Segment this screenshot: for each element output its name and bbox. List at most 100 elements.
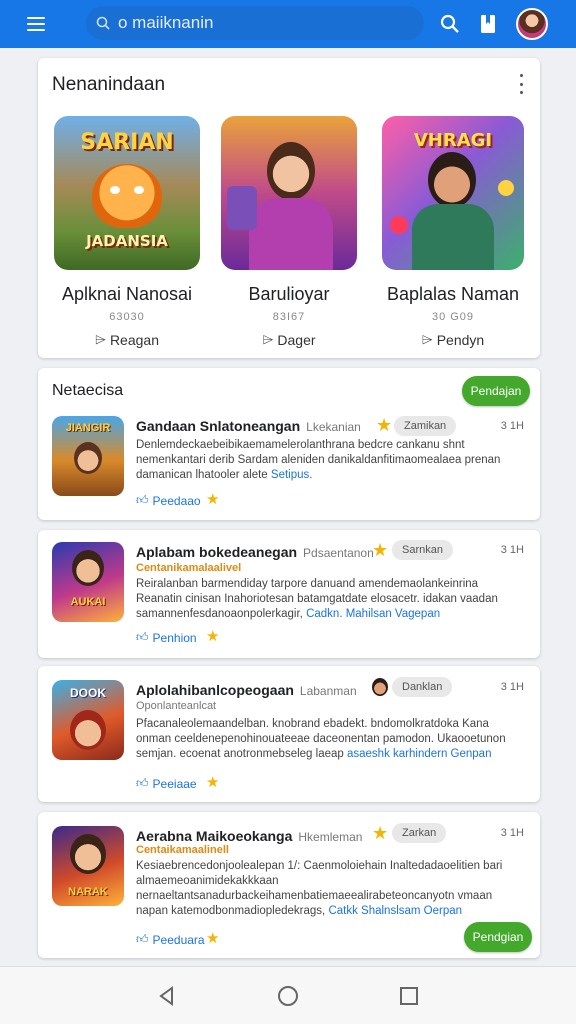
app-icon[interactable]: NARAK bbox=[52, 826, 124, 906]
status-badge: Zamikan bbox=[394, 416, 457, 436]
search-input[interactable] bbox=[118, 13, 388, 33]
developer-name: Labanman bbox=[299, 684, 357, 698]
featured-app-tag: ⌲ Dager bbox=[214, 331, 364, 348]
app-title[interactable]: Gandaan Snlatoneangan Lkekanian bbox=[136, 418, 361, 434]
section-title: Netaecisa bbox=[52, 382, 124, 399]
timestamp: 3 1H bbox=[500, 544, 524, 556]
thumbs-up-icon: 👍︎ bbox=[136, 493, 149, 507]
description-link[interactable]: Cadkn. Mahilsan Vagepan bbox=[306, 608, 440, 620]
app-action-link[interactable]: 👍︎ Peeduara bbox=[136, 932, 205, 947]
featured-app-count: 83I67 bbox=[272, 311, 306, 323]
featured-title: Nenanindaan bbox=[52, 74, 166, 95]
app-description: Reiralanban barmendiday tarpore danuand … bbox=[136, 578, 498, 620]
star-icon: ★ bbox=[206, 491, 220, 508]
featured-app-3[interactable]: VHRAGI Baplalas Naman 30 G09 ⌲ Pendyn bbox=[378, 116, 528, 348]
avatar[interactable] bbox=[516, 8, 548, 40]
search-icon bbox=[96, 16, 110, 30]
search-action-button[interactable] bbox=[436, 10, 464, 38]
star-icon: ★ bbox=[206, 628, 220, 645]
app-description: Kesiaebrencedonjoolealepan 1/: Caenmoloi… bbox=[136, 860, 503, 917]
featured-app-count: 63030 bbox=[109, 311, 145, 323]
hamburger-icon bbox=[27, 17, 45, 31]
star-icon: ★ bbox=[206, 774, 220, 791]
back-button[interactable] bbox=[154, 983, 180, 1009]
timestamp: 3 1H bbox=[500, 420, 524, 432]
tag-label: Dager bbox=[277, 331, 316, 348]
status-badge: Zarkan bbox=[392, 823, 447, 843]
app-list-card: NARAK Aerabna Maikoeokanga Hkemleman ★ Za… bbox=[38, 812, 540, 958]
search-bar[interactable] bbox=[86, 6, 424, 40]
timestamp: 3 1H bbox=[500, 827, 524, 839]
star-icon: ★ bbox=[372, 823, 389, 843]
artwork-title-text: VHRAGI bbox=[413, 130, 493, 151]
app-action-link[interactable]: 👍︎ Penhion bbox=[136, 630, 197, 645]
description-link[interactable]: Catkk Shalnslsam Oerpan bbox=[328, 905, 462, 917]
icon-text: NARAK bbox=[68, 886, 108, 898]
app-action-link[interactable]: 👍︎ Peedaao bbox=[136, 493, 201, 508]
library-button[interactable] bbox=[474, 10, 502, 38]
tag-icon: ⌲ bbox=[421, 331, 433, 347]
star-icon: ★ bbox=[376, 415, 393, 435]
tag-icon: ⌲ bbox=[262, 331, 274, 347]
featured-app-name: Baplalas Naman bbox=[386, 284, 520, 304]
search-icon bbox=[440, 14, 459, 33]
featured-app-1[interactable]: SARIAN JADANSIA Aplknai Nanosai 63030 ⌲ R… bbox=[52, 116, 202, 348]
tag-icon: ⌲ bbox=[95, 331, 106, 347]
home-button[interactable] bbox=[275, 983, 301, 1009]
action-label: Peedaao bbox=[152, 493, 201, 508]
app-icon[interactable]: JIANGIR bbox=[52, 416, 124, 496]
app-action-link[interactable]: 👍︎ Peeiaae bbox=[136, 776, 197, 791]
timestamp: 3 1H bbox=[500, 681, 524, 693]
featured-app-tag: ⌲ Reagan bbox=[52, 331, 202, 348]
action-label: Peeduara bbox=[152, 932, 205, 947]
featured-app-2[interactable]: Barulioyar 83I67 ⌲ Dager bbox=[214, 116, 364, 348]
list-section-card: Netaecisa Pendajan JIANGIR Gandaan Snlat… bbox=[38, 368, 540, 520]
developer-name: Pdsaentanon bbox=[303, 546, 374, 560]
featured-card: Nenanindaan SARIAN JADANSIA Aplknai Nano… bbox=[38, 58, 540, 358]
app-artwork: VHRAGI bbox=[382, 116, 524, 270]
menu-button[interactable] bbox=[12, 0, 60, 48]
bookmark-icon bbox=[481, 15, 495, 33]
install-button[interactable]: Pendgian bbox=[464, 922, 532, 952]
thumbs-up-icon: 👍︎ bbox=[136, 630, 149, 644]
action-label: Peeiaae bbox=[152, 776, 197, 791]
tag-label: Reagan bbox=[109, 331, 159, 348]
top-app-bar bbox=[0, 0, 576, 48]
app-subtitle: Centanikamalaalivel bbox=[136, 562, 242, 574]
app-description: Denlemdeckaebeibikaemamelerolanthrana be… bbox=[136, 439, 501, 481]
app-icon[interactable]: DOOK bbox=[52, 680, 124, 760]
install-button[interactable]: Pendajan bbox=[462, 376, 530, 406]
home-circle-icon bbox=[278, 986, 298, 1006]
app-artwork bbox=[221, 116, 357, 270]
star-icon: ★ bbox=[372, 540, 389, 560]
artwork-title-text: SARIAN bbox=[80, 130, 174, 155]
developer-avatar bbox=[372, 678, 388, 696]
thumbs-up-icon: 👍︎ bbox=[136, 932, 149, 946]
thumbs-up-icon: 👍︎ bbox=[136, 776, 149, 790]
featured-app-count: 30 G09 bbox=[431, 311, 475, 323]
developer-name: Lkekanian bbox=[306, 420, 361, 434]
developer-name: Hkemleman bbox=[298, 830, 363, 844]
star-icon: ★ bbox=[206, 930, 220, 947]
icon-text: JIANGIR bbox=[65, 422, 111, 434]
app-list-card: AUKAI Aplabam bokedeanegan Pdsaentanon ★ … bbox=[38, 530, 540, 658]
description-link[interactable]: asaeshk karhindern Genpan bbox=[347, 748, 492, 760]
app-title[interactable]: Aplabam bokedeanegan Pdsaentanon bbox=[136, 544, 374, 560]
app-title[interactable]: Aerabna Maikoeokanga Hkemleman bbox=[136, 828, 362, 844]
featured-app-tag: ⌲ Pendyn bbox=[378, 331, 528, 348]
more-options-icon[interactable] bbox=[516, 74, 526, 94]
icon-text: DOOK bbox=[70, 686, 106, 700]
status-badge: Sarnkan bbox=[392, 540, 453, 560]
back-triangle-icon bbox=[159, 986, 173, 1006]
system-navigation-bar bbox=[0, 966, 576, 1024]
app-subtitle: Centaikamaalinell bbox=[136, 844, 229, 856]
app-title[interactable]: Aplolahibanlcopeogaan Labanman bbox=[136, 682, 357, 698]
description-link[interactable]: Setipus. bbox=[271, 469, 313, 481]
app-icon[interactable]: AUKAI bbox=[52, 542, 124, 622]
status-badge: Danklan bbox=[392, 677, 453, 697]
app-subtitle: Oponlanteanlcat bbox=[136, 700, 217, 712]
action-label: Penhion bbox=[152, 630, 197, 645]
tag-label: Pendyn bbox=[436, 331, 485, 348]
recents-button[interactable] bbox=[396, 983, 422, 1009]
featured-app-name: Aplknai Nanosai bbox=[61, 284, 193, 304]
